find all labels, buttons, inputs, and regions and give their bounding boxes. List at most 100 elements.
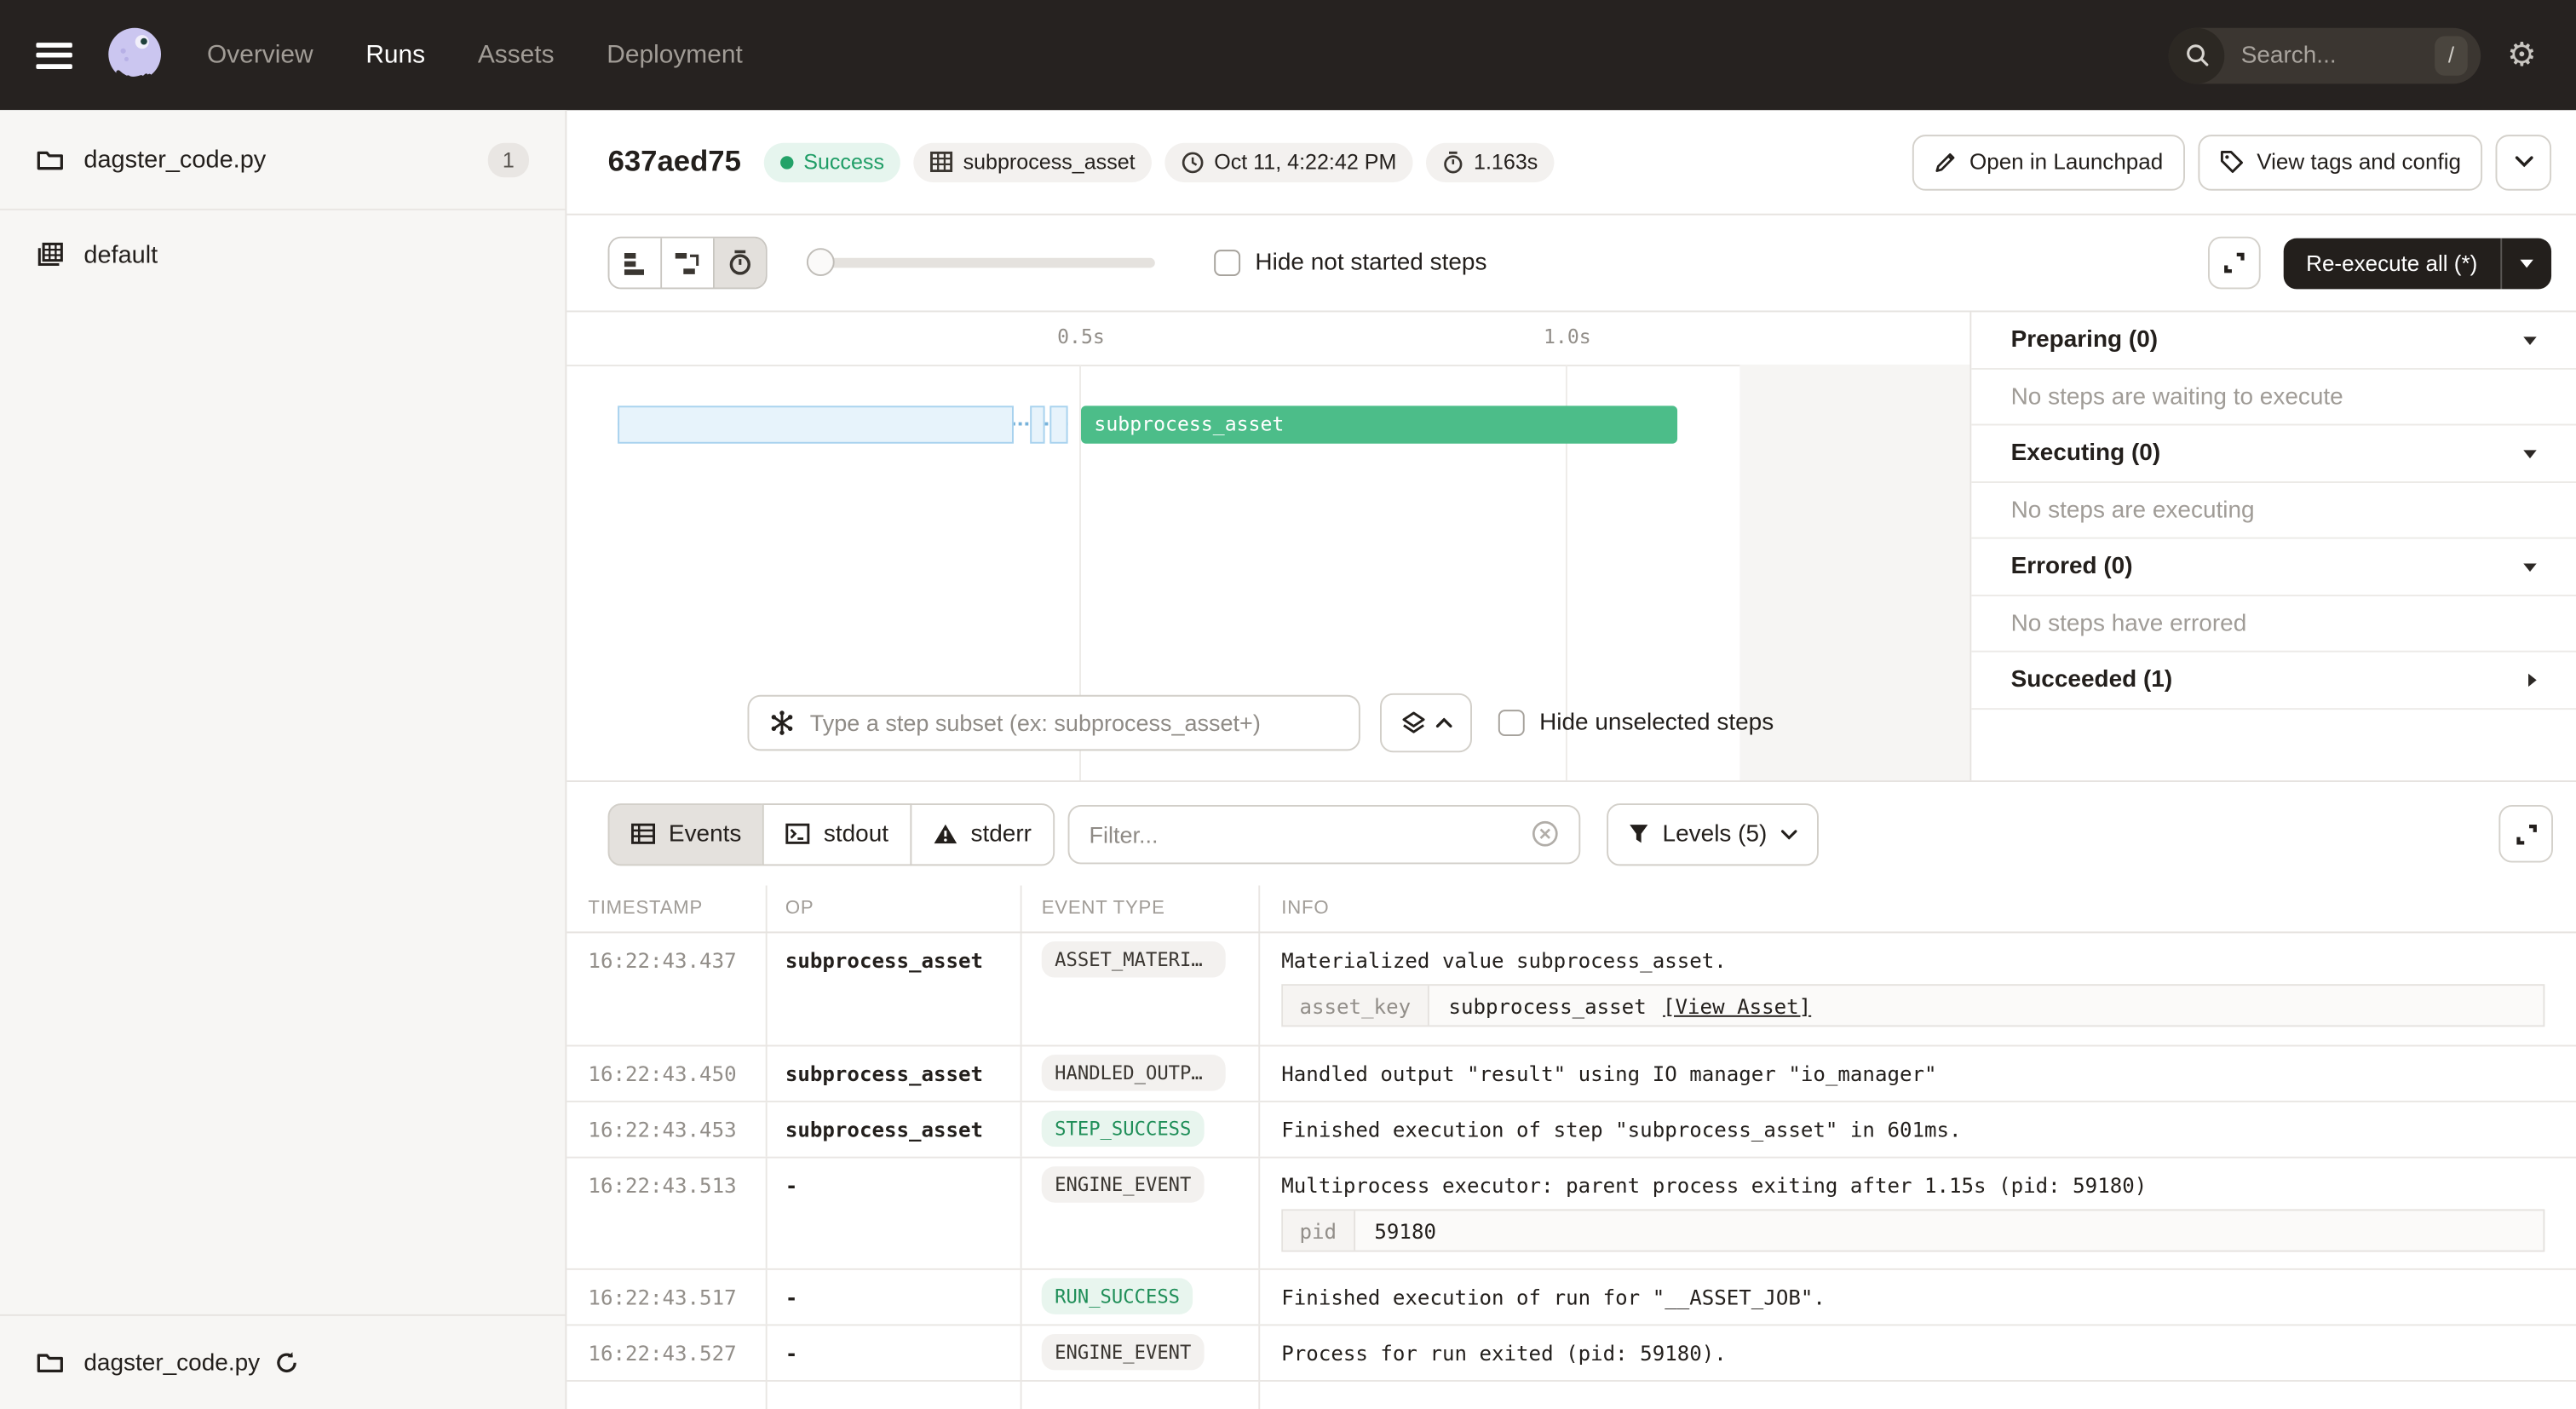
event-metadata-table: pid 59180 [1281,1209,2544,1251]
event-type-badge: STEP_SUCCESS [1042,1111,1205,1147]
duration-tag: 1.163s [1426,142,1555,181]
tick-label: 0.5s [1032,325,1130,348]
event-row[interactable]: 16:22:43.517 - RUN_SUCCESS Finished exec… [566,1270,2576,1326]
waterfall-view-button[interactable] [662,239,715,288]
top-nav: Overview Runs Assets Deployment Search..… [0,0,2576,110]
caret-down-icon [2523,336,2536,344]
caret-right-icon [2528,674,2537,687]
search-shortcut-key: / [2435,35,2468,74]
run-actions-menu-button[interactable] [2495,134,2551,190]
nav-item-overview[interactable]: Overview [207,40,313,70]
asset-tag[interactable]: subprocess_asset [914,142,1152,181]
section-errored[interactable]: Errored (0) [1971,539,2576,596]
reexecute-all-button[interactable]: Re-execute all (*) [2283,238,2551,289]
gantt-zoom-slider[interactable] [807,248,1155,278]
reload-location-icon[interactable] [274,1350,299,1375]
main-content: 637aed75 Success sub [566,110,2576,1409]
sidebar-code-location[interactable]: dagster_code.py 1 [0,110,565,210]
event-row[interactable]: 16:22:43.527 - ENGINE_EVENT Process for … [566,1326,2576,1382]
search-input[interactable]: Search... / [2169,27,2481,83]
run-count-badge: 1 [488,142,529,176]
event-row[interactable]: 16:22:43.437 subprocess_asset ASSET_MATE… [566,933,2576,1046]
run-header: 637aed75 Success sub [566,110,2576,215]
caret-down-icon [2520,259,2533,267]
open-in-launchpad-button[interactable]: Open in Launchpad [1912,134,2184,190]
filter-placeholder: Filter... [1089,820,1158,847]
event-metadata-table: asset_key subprocess_asset [View Asset] [1281,984,2544,1027]
step-waiting-markers [618,405,1067,443]
levels-filter-button[interactable]: Levels (5) [1607,802,1818,865]
waiting-box [618,405,1014,443]
sidebar-footer: dagster_code.py [0,1314,565,1409]
step-status-panel: Preparing (0) No steps are waiting to ex… [1969,312,2576,780]
caret-down-icon [2523,449,2536,457]
hide-unselected-checkbox[interactable] [1498,710,1525,736]
section-succeeded[interactable]: Succeeded (1) [1971,653,2576,710]
run-id: 637aed75 [608,145,741,179]
section-executing[interactable]: Executing (0) [1971,425,2576,482]
tab-stdout[interactable]: stdout [763,802,912,865]
section-executing-empty: No steps are executing [1971,483,2576,539]
nav-item-deployment[interactable]: Deployment [607,40,743,70]
section-preparing-empty: No steps are waiting to execute [1971,370,2576,426]
terminal-icon [786,823,811,844]
caret-down-icon [2523,563,2536,572]
event-row[interactable]: 16:22:43.453 subprocess_asset STEP_SUCCE… [566,1102,2576,1159]
gantt-toolbar: Hide not started steps Re-execute all (*… [566,216,2576,313]
event-type-badge: HANDLED_OUTPUT [1042,1055,1226,1090]
job-icon [36,241,64,267]
event-type-badge: RUN_SUCCESS [1042,1278,1193,1314]
slider-thumb[interactable] [807,248,835,276]
hide-not-started-toggle[interactable]: Hide not started steps [1214,250,1486,276]
gantt-step-bar[interactable]: subprocess_asset [1081,405,1677,443]
gantt-chart: 0.5s 1.0s subprocess_asset [566,312,1969,780]
asset-grid-icon [930,151,953,172]
view-asset-link[interactable]: [View Asset] [1663,993,1811,1018]
events-table-header: TIMESTAMP OP EVENT TYPE INFO [566,885,2576,933]
hamburger-menu-icon[interactable] [36,42,72,68]
chevron-down-icon [1780,829,1797,839]
waiting-box [1049,405,1067,443]
reexecute-menu-button[interactable] [2502,238,2551,289]
event-row[interactable]: 16:22:43.513 - ENGINE_EVENT Multiprocess… [566,1159,2576,1270]
warning-triangle-icon [933,823,957,844]
graph-query-toggle-button[interactable] [1380,693,1472,752]
code-location-name: dagster_code.py [83,146,266,174]
hide-not-started-checkbox[interactable] [1214,250,1240,276]
clear-filter-icon[interactable] [1531,820,1559,848]
view-tags-config-button[interactable]: View tags and config [2198,134,2482,190]
col-timestamp: TIMESTAMP [566,885,767,931]
event-row[interactable]: 16:22:43.450 subprocess_asset HANDLED_OU… [566,1046,2576,1102]
funnel-icon [1628,823,1649,844]
step-subset-placeholder: Type a step subset (ex: subprocess_asset… [810,710,1261,736]
gantt-fullscreen-button[interactable] [2207,237,2260,290]
tab-stderr[interactable]: stderr [910,802,1055,865]
col-op: OP [768,885,1022,931]
nav-item-assets[interactable]: Assets [478,40,555,70]
footer-location-name: dagster_code.py [83,1349,260,1376]
tab-events[interactable]: Events [608,802,765,865]
after-run-region [1739,365,1969,780]
timed-view-button[interactable] [715,239,766,288]
event-type-badge: ASSET_MATERIALIZATION [1042,941,1226,977]
dagster-logo[interactable] [102,22,168,88]
step-subset-input[interactable]: Type a step subset (ex: subprocess_asset… [747,695,1360,751]
settings-gear-icon[interactable]: ⚙ [2507,34,2537,75]
waiting-box [1030,405,1044,443]
hide-unselected-toggle[interactable]: Hide unselected steps [1498,710,1774,736]
left-sidebar: dagster_code.py 1 default dagster_code.p… [0,110,566,1409]
search-placeholder: Search... [2241,42,2337,68]
logs-fullscreen-button[interactable] [2498,805,2553,862]
events-panel: Events stdout [566,780,2576,1409]
section-preparing[interactable]: Preparing (0) [1971,312,2576,369]
section-errored-empty: No steps have errored [1971,596,2576,653]
layers-icon [1400,710,1425,735]
log-filter-input[interactable]: Filter... [1067,804,1580,863]
col-info: INFO [1260,885,2576,931]
chevron-up-icon [1435,718,1452,728]
job-name: default [83,241,158,269]
flat-view-button[interactable] [609,239,662,288]
nav-item-runs[interactable]: Runs [365,40,425,70]
pencil-icon [1934,150,1957,173]
sidebar-job-default[interactable]: default [0,210,565,299]
